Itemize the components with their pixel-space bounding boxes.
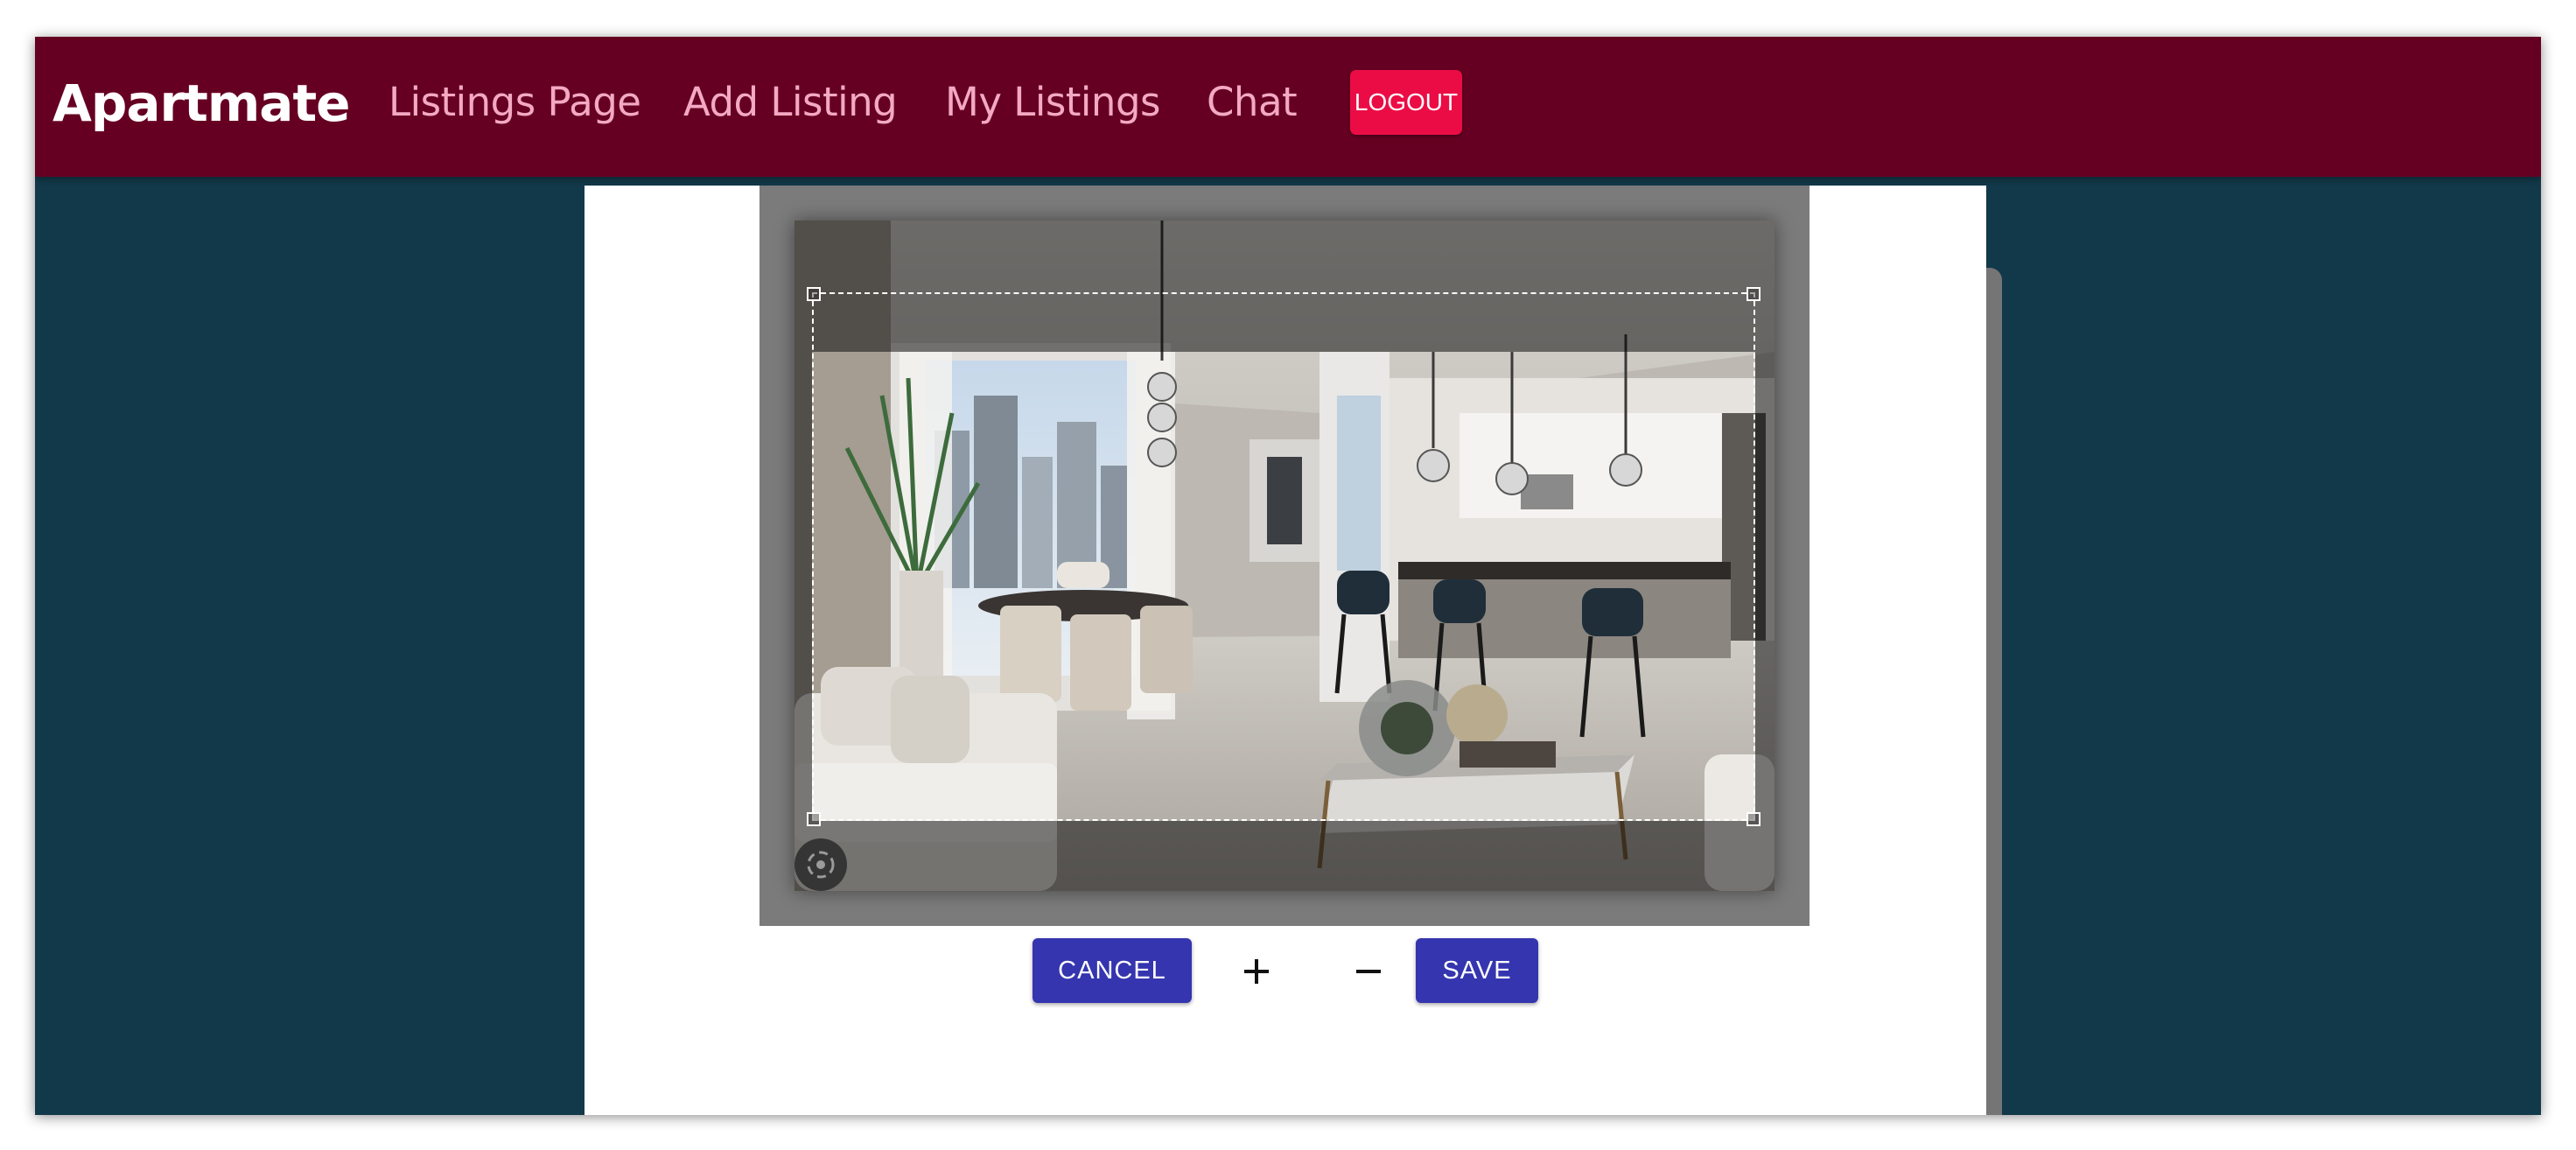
nav-link-chat[interactable]: Chat (1207, 79, 1298, 126)
crop-handle-bottom-left[interactable] (807, 812, 821, 826)
browser-viewport: Apartmate Listings Page Add Listing My L… (35, 37, 2541, 1115)
save-button[interactable]: SAVE (1416, 938, 1538, 1003)
logout-button[interactable]: LOGOUT (1350, 70, 1462, 135)
plus-icon[interactable] (1228, 943, 1284, 999)
minus-icon[interactable] (1340, 943, 1396, 999)
crop-selection[interactable] (807, 287, 1760, 826)
brand-logo[interactable]: Apartmate (52, 74, 351, 135)
nav-link-add-listing[interactable]: Add Listing (683, 79, 898, 126)
nav-link-listings-page[interactable]: Listings Page (388, 79, 641, 126)
crop-handle-top-right[interactable] (1746, 287, 1760, 301)
crop-handle-bottom-right[interactable] (1746, 812, 1760, 826)
cancel-button[interactable]: CANCEL (1032, 938, 1192, 1003)
nav-link-my-listings[interactable]: My Listings (945, 79, 1160, 126)
crop-handle-top-left[interactable] (807, 287, 821, 301)
navbar: Apartmate Listings Page Add Listing My L… (35, 37, 2541, 177)
rotate-icon[interactable] (794, 838, 847, 891)
